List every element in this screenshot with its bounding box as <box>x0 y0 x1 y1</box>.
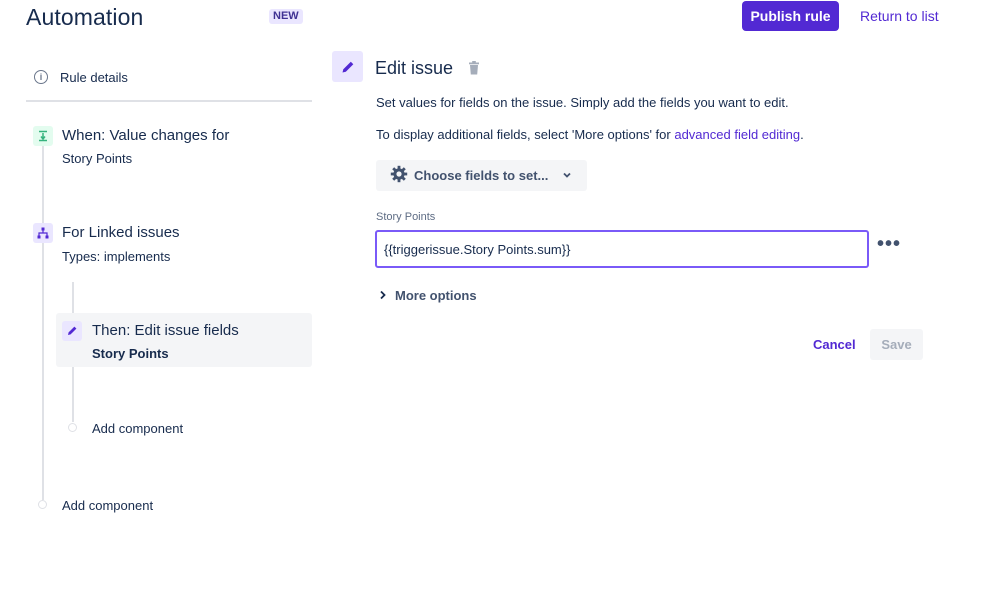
save-button[interactable]: Save <box>870 329 923 360</box>
cancel-button[interactable]: Cancel <box>813 337 856 352</box>
trigger-subtitle: Story Points <box>62 151 133 166</box>
trash-icon[interactable] <box>468 61 480 80</box>
branch-subtitle: Types: implements <box>62 249 171 264</box>
branch-title[interactable]: For Linked issues <box>62 224 180 241</box>
add-component-dot <box>38 500 47 509</box>
panel-description: Set values for fields on the issue. Simp… <box>376 95 789 110</box>
chevron-down-icon <box>562 168 572 183</box>
more-options-label: More options <box>395 288 477 303</box>
add-component-root[interactable]: Add component <box>62 498 153 513</box>
panel-title: Edit issue <box>375 58 454 78</box>
page-title: Automation <box>26 4 144 30</box>
field-menu-icon[interactable]: ••• <box>877 234 901 254</box>
choose-fields-label: Choose fields to set... <box>414 168 549 183</box>
panel-hint: To display additional fields, select 'Mo… <box>376 127 804 142</box>
trigger-node[interactable] <box>33 126 53 146</box>
story-points-input[interactable] <box>375 230 869 268</box>
trigger-title[interactable]: When: Value changes for <box>62 127 229 144</box>
edit-issue-icon <box>332 51 363 82</box>
more-options-toggle[interactable]: More options <box>379 288 477 303</box>
info-icon: i <box>34 70 48 84</box>
pencil-icon <box>62 321 82 341</box>
publish-rule-button[interactable]: Publish rule <box>742 1 839 31</box>
branch-node[interactable] <box>33 223 53 243</box>
branch-icon <box>33 223 53 243</box>
action-subtitle: Story Points <box>92 346 169 361</box>
trigger-icon <box>33 126 53 146</box>
story-points-label: Story Points <box>376 211 436 223</box>
return-to-list-link[interactable]: Return to list <box>860 8 939 24</box>
action-node <box>62 321 82 341</box>
new-badge: NEW <box>269 9 303 24</box>
add-component-dot <box>68 423 77 432</box>
advanced-field-editing-link[interactable]: advanced field editing <box>674 127 800 142</box>
sidebar-divider <box>26 100 312 102</box>
chevron-right-icon <box>379 288 387 303</box>
action-title[interactable]: Then: Edit issue fields <box>92 322 239 339</box>
rule-details-label: Rule details <box>60 69 128 85</box>
add-component-nested[interactable]: Add component <box>92 421 183 436</box>
timeline-line <box>42 146 44 500</box>
rule-details-item[interactable]: i Rule details <box>34 66 128 88</box>
choose-fields-button[interactable]: Choose fields to set... <box>376 160 587 191</box>
gear-icon <box>390 165 408 186</box>
